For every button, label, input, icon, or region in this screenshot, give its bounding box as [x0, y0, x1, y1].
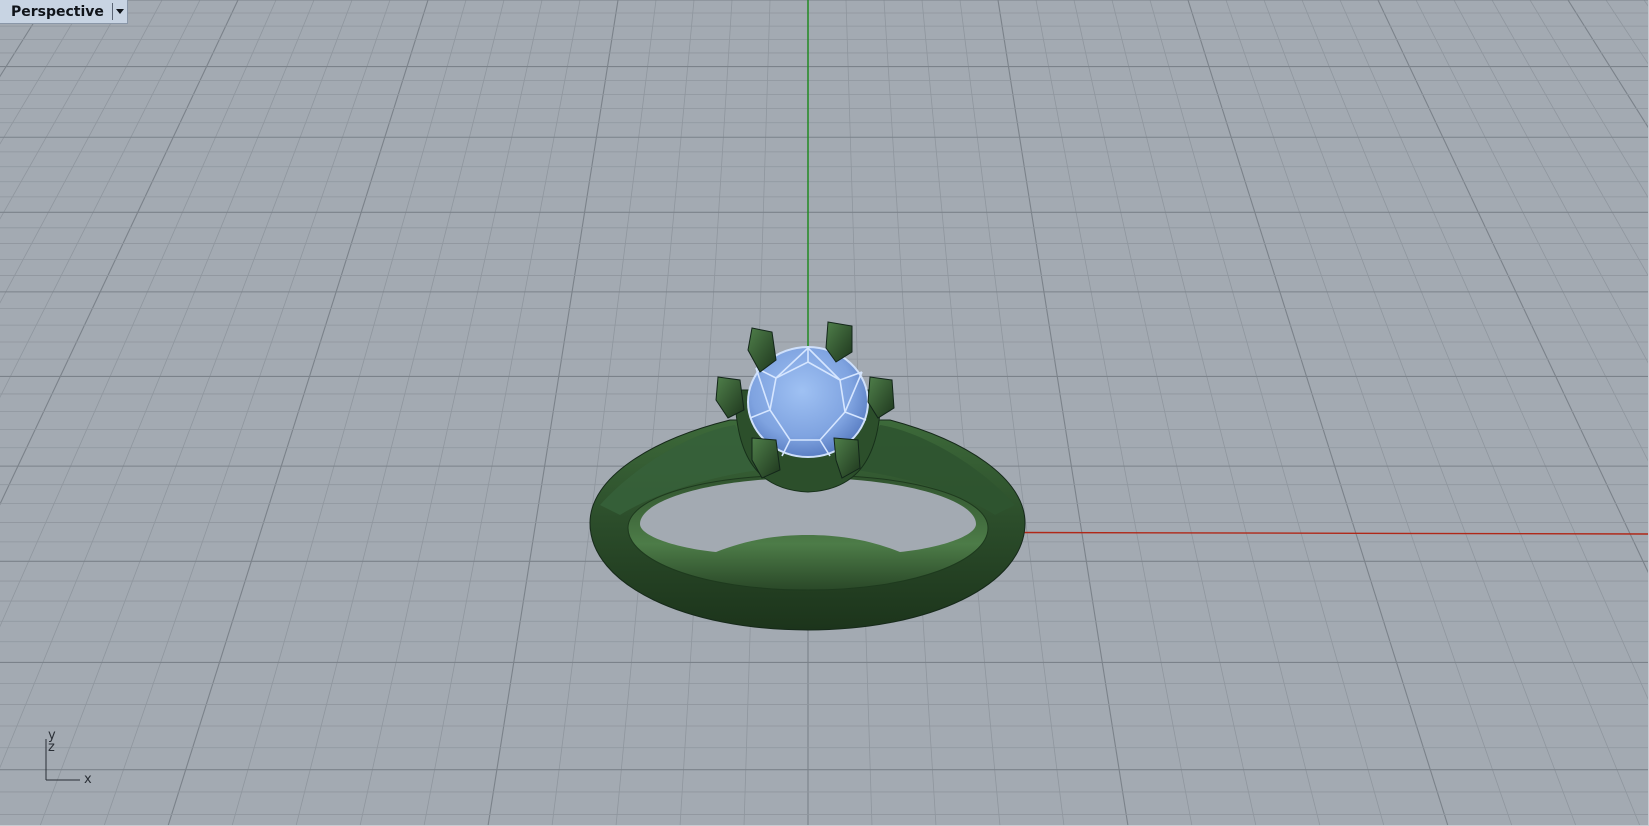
ring-model[interactable]	[589, 321, 1026, 631]
axis-z-label: z	[48, 740, 55, 755]
axis-x-label: x	[84, 772, 92, 787]
grid-line	[1567, 0, 1648, 129]
grid-line	[1187, 0, 1449, 825]
grid-line	[0, 0, 11, 16]
grid-line	[0, 0, 239, 506]
viewport-title-tab[interactable]: Perspective	[0, 0, 128, 24]
grid-line	[1301, 0, 1641, 825]
grid-line	[0, 0, 125, 220]
grid-line	[295, 0, 505, 825]
viewport-title[interactable]: Perspective	[0, 0, 112, 23]
grid-line	[0, 0, 49, 78]
grid-line	[615, 0, 695, 825]
grid-line	[1263, 0, 1577, 825]
grid-line	[1111, 0, 1321, 825]
grid-line	[167, 0, 429, 825]
grid-line	[997, 0, 1129, 825]
grid-line	[921, 0, 1001, 825]
grid-line	[231, 0, 467, 825]
grid-line	[883, 0, 937, 825]
grid-line	[959, 0, 1065, 825]
grid-line	[1415, 0, 1648, 462]
scene-canvas[interactable]	[0, 0, 1649, 826]
grid-line	[0, 0, 201, 399]
grid-line	[103, 0, 391, 825]
grid-line	[1605, 0, 1648, 65]
grid-line	[551, 0, 657, 825]
grid-line	[423, 0, 581, 825]
triangle-down-icon[interactable]	[113, 0, 127, 23]
grid-line	[1073, 0, 1257, 825]
grid-line	[1149, 0, 1385, 825]
grid-line	[1377, 0, 1648, 574]
grid-line	[1491, 0, 1648, 277]
grid-line	[1453, 0, 1648, 364]
grid-line	[39, 0, 353, 825]
grid-line	[359, 0, 543, 825]
world-axes-icon: y z x	[40, 729, 100, 787]
grid-line	[1339, 0, 1648, 700]
grid-line	[487, 0, 619, 825]
grid-line	[1225, 0, 1513, 825]
perspective-viewport[interactable]: Perspective y z x	[0, 0, 1649, 826]
grid-line	[1035, 0, 1193, 825]
